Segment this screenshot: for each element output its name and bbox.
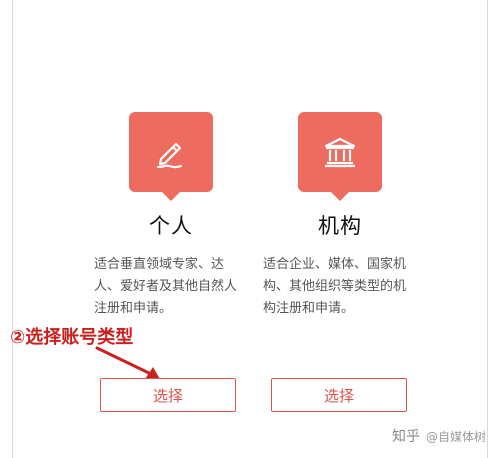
zhihu-logo: 知乎	[391, 429, 420, 445]
card-title-personal: 个人	[149, 214, 193, 238]
account-type-card-personal[interactable]: 个人 适合垂直领域专家、达人、爱好者及其他自然人注册和申请。	[86, 112, 256, 320]
pen-icon	[156, 142, 183, 169]
select-personal-button[interactable]: 选择	[100, 378, 236, 412]
card-description-personal: 适合垂直领域专家、达人、爱好者及其他自然人注册和申请。	[94, 257, 238, 316]
personal-icon-badge	[129, 112, 213, 201]
institution-building-icon	[324, 137, 356, 168]
select-organization-button[interactable]: 选择	[271, 378, 407, 412]
organization-icon-badge	[298, 112, 382, 201]
watermark-text: @自媒体树	[425, 430, 486, 444]
card-description-organization: 适合企业、媒体、国家机构、其他组织等类型的机构注册和申请。	[263, 257, 407, 316]
account-type-card-organization[interactable]: 机构 适合企业、媒体、国家机构、其他组织等类型的机构注册和申请。	[255, 112, 425, 320]
card-title-organization: 机构	[318, 214, 362, 238]
watermark: 知乎 @自媒体树	[392, 426, 486, 446]
